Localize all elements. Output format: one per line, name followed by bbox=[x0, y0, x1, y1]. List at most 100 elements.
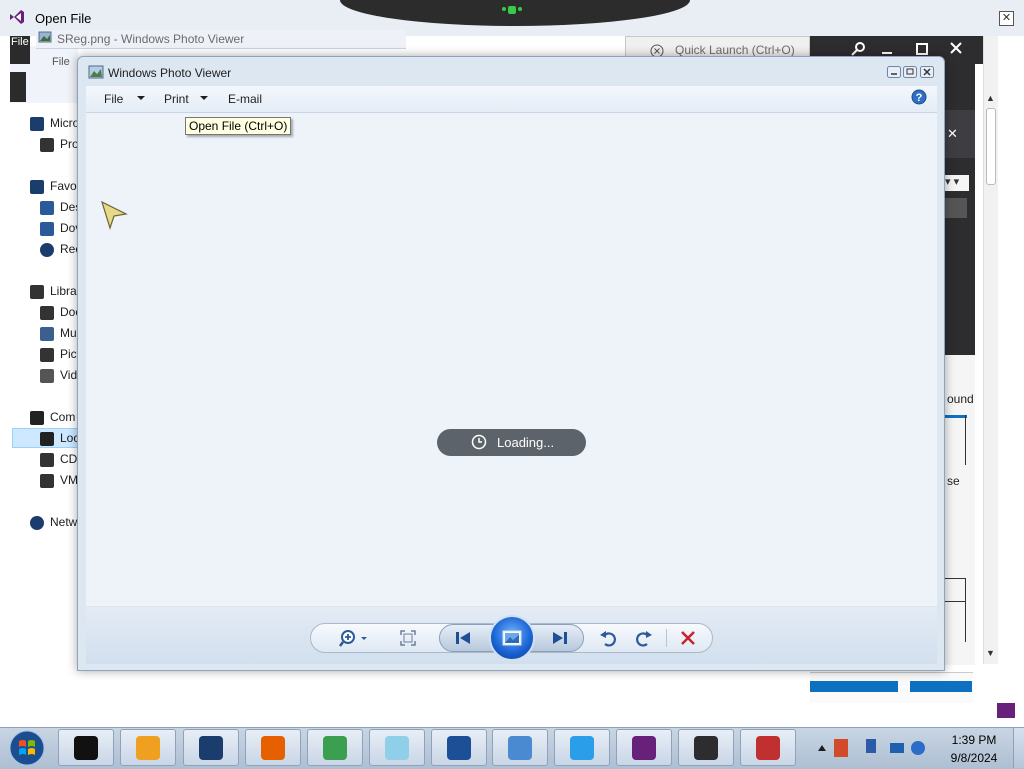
phone-app-icon bbox=[447, 736, 471, 760]
terminal-icon bbox=[74, 736, 98, 760]
star-icon bbox=[30, 180, 44, 194]
maximize-icon[interactable] bbox=[915, 42, 929, 56]
vs-icon bbox=[30, 117, 44, 131]
toolbar-separator bbox=[666, 629, 667, 647]
next-icon[interactable] bbox=[549, 627, 571, 649]
chevron-down-icon[interactable] bbox=[200, 96, 208, 100]
vs-panel-box bbox=[945, 600, 966, 642]
media-player-icon bbox=[136, 736, 160, 760]
help-icon[interactable]: ? bbox=[911, 89, 927, 105]
file-menu[interactable]: File bbox=[104, 92, 123, 106]
taskbar-photos-app-button[interactable] bbox=[492, 729, 548, 766]
show-desktop-button[interactable] bbox=[1013, 728, 1024, 768]
nav-item-label[interactable]: Mu bbox=[60, 326, 77, 340]
nav-item-label[interactable]: Libra bbox=[50, 284, 77, 298]
vs-panel-text-se: se bbox=[947, 474, 960, 488]
nav-item-label[interactable]: VM bbox=[60, 473, 78, 487]
vs-progress-bar bbox=[810, 681, 898, 692]
vs-panel-box bbox=[945, 415, 966, 465]
firefox-icon bbox=[261, 736, 285, 760]
nav-item-label[interactable]: Micro bbox=[50, 116, 79, 130]
minimize-icon[interactable] bbox=[880, 40, 894, 56]
taskbar-visual-studio-button[interactable] bbox=[616, 729, 672, 766]
vs-panel-dropdown[interactable]: ▾ ▾ bbox=[945, 175, 969, 191]
nav-item-label[interactable]: Netw bbox=[50, 515, 77, 529]
computer-icon bbox=[30, 411, 44, 425]
vs-status-corner bbox=[997, 703, 1015, 718]
rotate-clockwise-icon[interactable] bbox=[632, 627, 654, 649]
globe-app-icon bbox=[199, 736, 223, 760]
taskbar-paint-app-button[interactable] bbox=[307, 729, 363, 766]
print-menu[interactable]: Print bbox=[164, 92, 189, 106]
photos-app-icon bbox=[508, 736, 532, 760]
taskbar-firefox-button[interactable] bbox=[245, 729, 301, 766]
mouse-cursor-icon bbox=[101, 200, 128, 230]
scroll-up-icon[interactable]: ▲ bbox=[986, 93, 995, 103]
scrollbar-thumb[interactable] bbox=[986, 108, 996, 185]
status-led-icon bbox=[502, 6, 522, 14]
taskbar-internet-explorer-button[interactable] bbox=[554, 729, 610, 766]
photo-viewer-icon bbox=[88, 65, 104, 79]
maximize-icon[interactable] bbox=[903, 66, 917, 78]
remote-desktop-icon bbox=[694, 736, 718, 760]
clock-date[interactable]: 9/8/2024 bbox=[938, 751, 1010, 765]
clock-icon bbox=[471, 434, 487, 450]
nav-item-label[interactable]: Vid bbox=[60, 368, 77, 382]
paint-app-icon bbox=[323, 736, 347, 760]
vm-drive-icon bbox=[40, 474, 54, 488]
vs-panel-close-button[interactable]: ✕ bbox=[947, 126, 958, 142]
local-disk-icon bbox=[40, 432, 54, 446]
open-file-tooltip: Open File (Ctrl+O) bbox=[185, 117, 292, 135]
videos-icon bbox=[40, 369, 54, 383]
slideshow-icon[interactable] bbox=[501, 627, 523, 649]
delete-icon[interactable] bbox=[677, 627, 699, 649]
nav-item-label[interactable]: Com bbox=[50, 410, 75, 424]
vs-panel-text-bound: ound bbox=[947, 392, 974, 406]
image-canvas bbox=[86, 113, 937, 606]
right-edge bbox=[1015, 36, 1024, 716]
close-icon[interactable] bbox=[948, 40, 964, 56]
rotate-counterclockwise-icon[interactable] bbox=[598, 627, 620, 649]
email-menu[interactable]: E-mail bbox=[228, 92, 262, 106]
desktop-icon bbox=[40, 201, 54, 215]
taskbar-remote-desktop-button[interactable] bbox=[678, 729, 734, 766]
taskbar-phone-app-button[interactable] bbox=[431, 729, 487, 766]
svg-text:?: ? bbox=[916, 92, 923, 104]
zoom-icon[interactable] bbox=[338, 627, 370, 649]
chevron-down-icon[interactable] bbox=[137, 96, 145, 100]
visual-studio-icon bbox=[632, 736, 656, 760]
network-icon bbox=[30, 516, 44, 530]
taskbar-notes-app-button[interactable] bbox=[369, 729, 425, 766]
previous-icon[interactable] bbox=[452, 627, 474, 649]
taskbar-java-app-button[interactable] bbox=[740, 729, 796, 766]
nav-item-label[interactable]: Pro bbox=[60, 137, 79, 151]
minimize-icon[interactable] bbox=[887, 66, 901, 78]
scroll-down-icon[interactable]: ▼ bbox=[986, 648, 995, 658]
pictures-icon bbox=[40, 348, 54, 362]
taskbar-media-player-button[interactable] bbox=[120, 729, 176, 766]
start-button-icon[interactable] bbox=[6, 729, 48, 767]
search-icon[interactable] bbox=[850, 41, 866, 57]
java-app-icon bbox=[756, 736, 780, 760]
background-file-tab-label[interactable]: File bbox=[11, 36, 29, 48]
open-file-close-button[interactable]: ✕ bbox=[999, 11, 1014, 26]
library-icon bbox=[30, 285, 44, 299]
loading-text: Loading... bbox=[497, 435, 555, 450]
photo-viewer-title: Windows Photo Viewer bbox=[108, 66, 232, 80]
taskbar-terminal-button[interactable] bbox=[58, 729, 114, 766]
actual-size-icon[interactable] bbox=[397, 627, 419, 649]
recent-icon bbox=[40, 243, 54, 257]
vs-panel-box bbox=[945, 578, 966, 602]
nav-item-label[interactable]: CD bbox=[60, 452, 77, 466]
background-dark-strip bbox=[10, 72, 26, 102]
cd-drive-icon bbox=[40, 453, 54, 467]
close-icon[interactable] bbox=[920, 66, 934, 78]
background-file-menu[interactable]: File bbox=[52, 56, 70, 68]
internet-explorer-icon bbox=[570, 736, 594, 760]
music-icon bbox=[40, 327, 54, 341]
open-file-title: Open File bbox=[35, 11, 92, 26]
quick-launch-placeholder: Quick Launch (Ctrl+O) bbox=[675, 43, 795, 57]
clock-time[interactable]: 1:39 PM bbox=[938, 733, 1010, 747]
vs-panel-block bbox=[945, 198, 967, 218]
taskbar-globe-app-button[interactable] bbox=[183, 729, 239, 766]
